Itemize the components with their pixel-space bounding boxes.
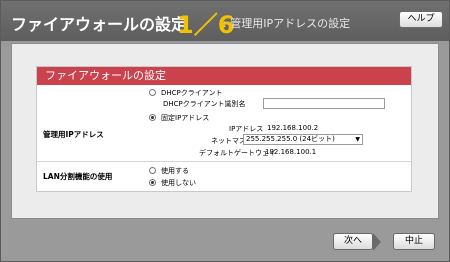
chevron-down-icon: ▼ [355,136,360,143]
ip-address-value[interactable]: 192.168.100.2 [267,124,318,132]
netmask-value: 255.255.255.0 (24ビット) [246,135,335,143]
footer-bar [1,221,449,261]
wizard-window: ファイアウォールの設定 1／6 : 管理用IPアドレスの設定 ヘルプ ファイアウ… [0,0,450,262]
lan-split-use-radio[interactable] [149,167,156,174]
row-divider [37,161,411,162]
step-description: : 管理用IPアドレスの設定 [223,17,351,30]
lan-split-nouse-radio[interactable] [149,179,156,186]
static-ip-option-label: 固定IPアドレス [161,114,210,122]
lan-split-label: LAN分割機能の使用 [43,172,113,181]
content-area: ファイアウォールの設定 管理用IPアドレス DHCPクライアント DHCPクライ… [11,43,439,219]
settings-panel: ファイアウォールの設定 管理用IPアドレス DHCPクライアント DHCPクライ… [36,66,412,192]
lan-split-use-label: 使用する [161,167,189,175]
panel-heading: ファイアウォールの設定 [37,67,411,85]
static-ip-radio[interactable] [149,114,156,121]
dhcp-id-label: DHCPクライアント識別名 [163,100,246,108]
lan-split-nouse-label: 使用しない [161,179,196,187]
ip-address-label: IPアドレス [229,125,264,133]
help-button[interactable]: ヘルプ [399,11,443,28]
cancel-button[interactable]: 中止 [393,233,435,250]
gateway-value[interactable]: 192.168.100.1 [265,148,316,156]
dhcp-id-input[interactable] [263,98,385,109]
title-bar: ファイアウォールの設定 1／6 : 管理用IPアドレスの設定 ヘルプ [1,1,449,41]
page-title: ファイアウォールの設定 [11,15,188,34]
management-ip-label: 管理用IPアドレス [43,130,104,139]
next-button[interactable]: 次へ [333,233,373,250]
dhcp-option-label: DHCPクライアント [161,89,223,97]
netmask-select[interactable]: 255.255.255.0 (24ビット) ▼ [243,134,363,145]
arrow-right-icon [373,233,381,251]
dhcp-radio[interactable] [149,89,156,96]
